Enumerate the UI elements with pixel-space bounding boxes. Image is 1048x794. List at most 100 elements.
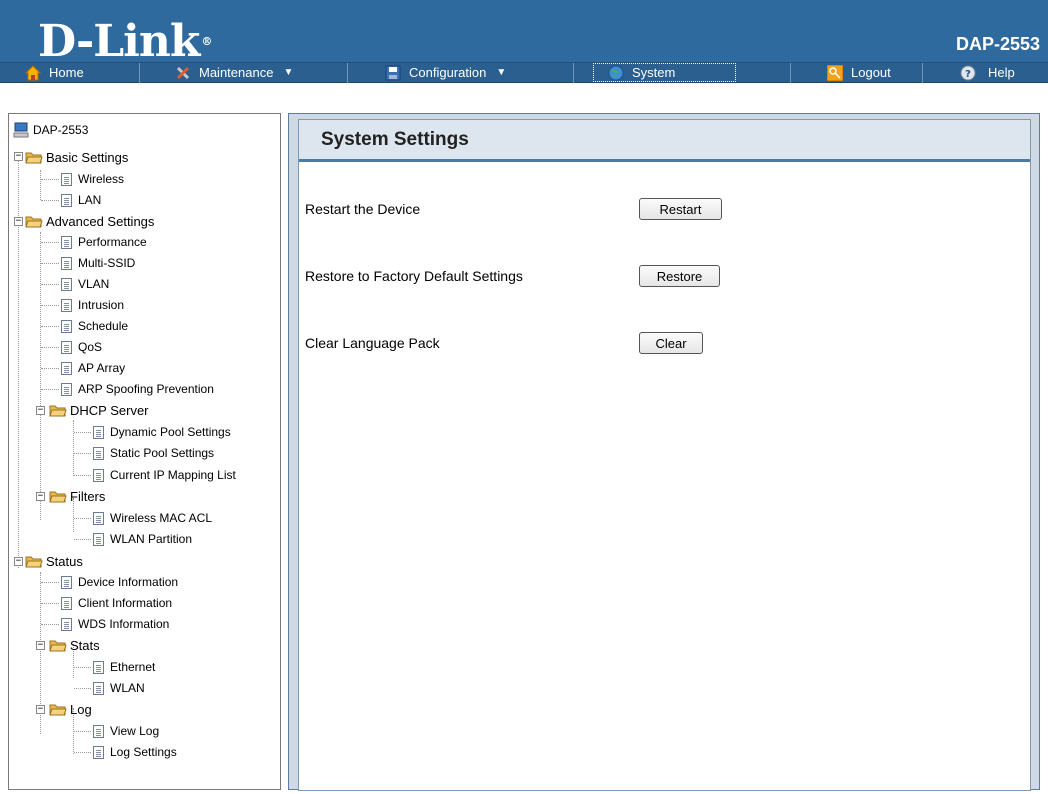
tree-item-wlan-partition[interactable]: WLAN Partition: [93, 529, 192, 549]
document-icon: [61, 172, 72, 186]
tree-filters[interactable]: Filters: [49, 486, 105, 506]
chevron-down-icon: ▼: [283, 67, 294, 78]
restart-button[interactable]: Restart: [639, 198, 722, 220]
restart-label: Restart the Device: [305, 201, 421, 217]
nav-configuration[interactable]: Configuration ▼: [385, 63, 506, 82]
tree-label: WLAN Partition: [110, 532, 193, 546]
tree-item-intrusion[interactable]: Intrusion: [61, 295, 124, 315]
tree-item-ip-mapping[interactable]: Current IP Mapping List: [93, 465, 236, 485]
collapse-toggle[interactable]: −: [36, 492, 45, 501]
nav-maintenance-label: Maintenance: [199, 65, 274, 80]
navigation-tree: DAP-2553 − Basic Settings Wireless LAN −…: [8, 113, 281, 790]
chevron-down-icon: ▼: [496, 67, 507, 78]
globe-icon: [608, 65, 624, 81]
document-icon: [61, 235, 72, 249]
tree-label: Basic Settings: [46, 149, 129, 165]
document-icon: [61, 617, 72, 631]
document-icon: [93, 660, 104, 674]
tree-label: Performance: [78, 235, 147, 249]
tree-item-device-info[interactable]: Device Information: [61, 572, 178, 592]
document-icon: [61, 596, 72, 610]
folder-icon: [49, 403, 67, 417]
tree-label: WDS Information: [78, 617, 170, 631]
tree-item-static-pool[interactable]: Static Pool Settings: [93, 443, 214, 463]
header-banner: D-Link ® DAP-2553: [0, 0, 1048, 64]
tree-label: DHCP Server: [70, 402, 149, 418]
folder-icon: [49, 702, 67, 716]
help-icon: ?: [960, 65, 976, 81]
tree-label: QoS: [78, 340, 103, 354]
tree-label: Advanced Settings: [46, 213, 155, 229]
document-icon: [61, 340, 72, 354]
nav-system[interactable]: System: [593, 63, 736, 82]
tree-item-wds-info[interactable]: WDS Information: [61, 614, 169, 634]
tree-stats[interactable]: Stats: [49, 635, 100, 655]
tree-status[interactable]: Status: [25, 551, 83, 571]
tree-item-schedule[interactable]: Schedule: [61, 316, 128, 336]
nav-separator: [922, 63, 923, 83]
tree-item-wlan[interactable]: WLAN: [93, 678, 145, 698]
restore-button[interactable]: Restore: [639, 265, 720, 287]
nav-maintenance[interactable]: Maintenance ▼: [175, 63, 293, 82]
dlink-logo: D-Link ®: [38, 20, 212, 64]
tree-log[interactable]: Log: [49, 699, 92, 719]
model-name: DAP-2553: [955, 34, 1040, 54]
document-icon: [93, 511, 104, 525]
tree-item-performance[interactable]: Performance: [61, 232, 147, 252]
tree-advanced-settings[interactable]: Advanced Settings: [25, 211, 154, 231]
page-title: System Settings: [321, 129, 469, 150]
tree-item-lan[interactable]: LAN: [61, 190, 101, 210]
tree-item-multi-ssid[interactable]: Multi-SSID: [61, 253, 135, 273]
tree-root[interactable]: DAP-2553: [13, 120, 88, 140]
tree-label: ARP Spoofing Prevention: [78, 382, 214, 396]
nav-separator: [573, 63, 574, 83]
tree-label: Intrusion: [78, 298, 125, 312]
collapse-toggle[interactable]: −: [36, 406, 45, 415]
tree-item-dynamic-pool[interactable]: Dynamic Pool Settings: [93, 422, 231, 442]
folder-icon: [25, 214, 43, 228]
computer-icon: [13, 122, 31, 138]
collapse-toggle[interactable]: −: [36, 705, 45, 714]
tree-item-wireless-mac-acl[interactable]: Wireless MAC ACL: [93, 508, 212, 528]
tree-item-ap-array[interactable]: AP Array: [61, 358, 125, 378]
collapse-toggle[interactable]: −: [14, 217, 23, 226]
tools-icon: [175, 65, 191, 81]
tree-label: Current IP Mapping List: [110, 468, 236, 482]
tree-item-ethernet[interactable]: Ethernet: [93, 657, 155, 677]
tree-item-view-log[interactable]: View Log: [93, 721, 159, 741]
document-icon: [61, 361, 72, 375]
document-icon: [61, 256, 72, 270]
tree-label: Static Pool Settings: [110, 446, 215, 460]
tree-label: Log Settings: [110, 745, 177, 759]
nav-logout[interactable]: Logout: [826, 63, 891, 82]
document-icon: [61, 319, 72, 333]
document-icon: [61, 382, 72, 396]
nav-home[interactable]: Home: [24, 63, 84, 82]
nav-help[interactable]: ? Help: [960, 63, 1015, 82]
tree-item-qos[interactable]: QoS: [61, 337, 102, 357]
tree-basic-settings[interactable]: Basic Settings: [25, 147, 128, 167]
nav-separator: [139, 63, 140, 83]
tree-label: View Log: [110, 724, 160, 738]
panel-title-bar: System Settings: [299, 120, 1030, 162]
collapse-toggle[interactable]: −: [36, 641, 45, 650]
tree-item-client-info[interactable]: Client Information: [61, 593, 172, 613]
save-disk-icon: [385, 65, 401, 81]
tree-item-vlan[interactable]: VLAN: [61, 274, 109, 294]
document-icon: [61, 575, 72, 589]
tree-root-label: DAP-2553: [33, 123, 89, 137]
nav-home-label: Home: [49, 65, 84, 80]
folder-icon: [25, 554, 43, 568]
tree-item-arp-spoofing[interactable]: ARP Spoofing Prevention: [61, 379, 214, 399]
tree-item-wireless[interactable]: Wireless: [61, 169, 124, 189]
collapse-toggle[interactable]: −: [14, 557, 23, 566]
tree-dhcp-server[interactable]: DHCP Server: [49, 400, 149, 420]
tree-item-log-settings[interactable]: Log Settings: [93, 742, 177, 762]
clear-button[interactable]: Clear: [639, 332, 703, 354]
tree-label: Client Information: [78, 596, 173, 610]
collapse-toggle[interactable]: −: [14, 152, 23, 161]
document-icon: [93, 446, 104, 460]
registered-mark: ®: [201, 35, 212, 48]
clear-language-label: Clear Language Pack: [305, 335, 440, 351]
document-icon: [93, 532, 104, 546]
